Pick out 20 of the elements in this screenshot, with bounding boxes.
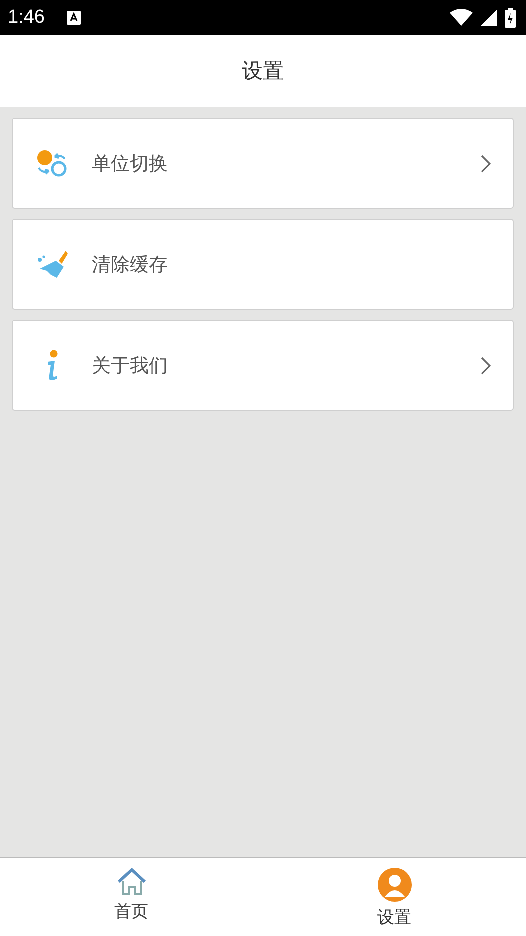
nav-tab[interactable]: 首页: [0, 858, 263, 936]
home-icon: [116, 868, 146, 896]
settings-row[interactable]: 关于我们: [12, 320, 514, 411]
battery-icon: [505, 8, 516, 28]
settings-row[interactable]: 清除缓存: [12, 219, 514, 310]
settings-row[interactable]: 单位切换: [12, 118, 514, 209]
nav-tab[interactable]: 设置: [263, 858, 526, 936]
tab-label: 设置: [378, 907, 412, 929]
user-icon: [376, 868, 414, 902]
unit-switch-icon: [37, 150, 69, 178]
page-title: 设置: [242, 58, 284, 85]
tab-label: 首页: [114, 901, 148, 923]
wifi-icon: [450, 9, 473, 26]
keyboard-icon: [66, 10, 81, 24]
status-time: 1:46: [8, 6, 45, 28]
settings-label: 关于我们: [92, 354, 168, 378]
settings-label: 清除缓存: [92, 252, 168, 278]
settings-label: 单位切换: [92, 152, 168, 176]
signal-icon: [481, 10, 497, 26]
broom-icon: [37, 248, 69, 280]
